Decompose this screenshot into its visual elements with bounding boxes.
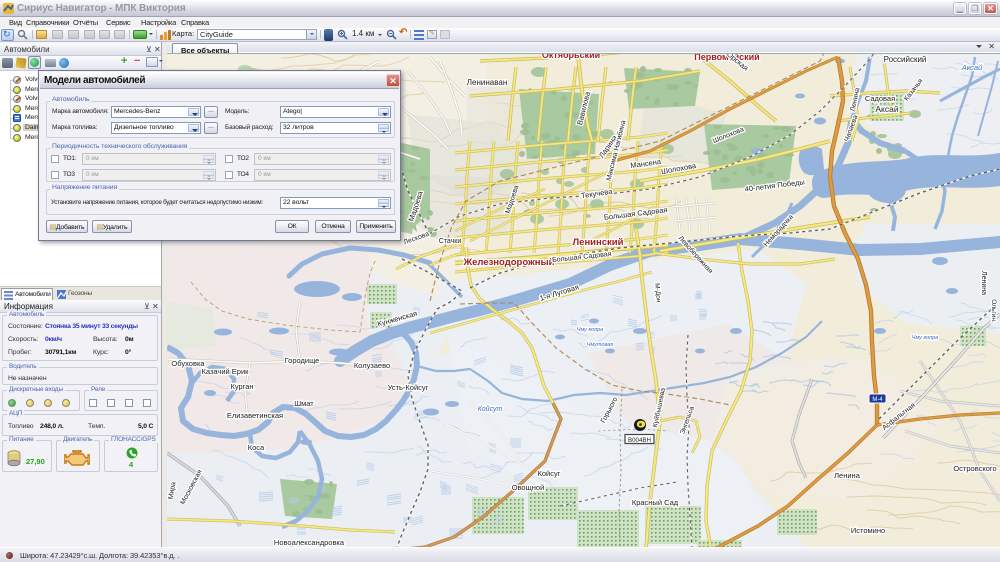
svg-text:Койсуг: Койсуг (538, 469, 561, 478)
svg-text:Аксай: Аксай (875, 104, 898, 114)
svg-text:Ленинский: Ленинский (573, 237, 624, 248)
svg-text:Чмутовая: Чмутовая (587, 342, 614, 348)
svg-text:Стачки: Стачки (439, 238, 462, 245)
svg-text:Железнодорожный: Железнодорожный (463, 257, 555, 268)
svg-text:М-4: М-4 (872, 397, 883, 403)
svg-text:Елизаветинская: Елизаветинская (227, 411, 283, 420)
svg-text:Ленина: Ленина (980, 271, 987, 295)
svg-text:Усть-Койсуг: Усть-Койсуг (388, 383, 429, 392)
svg-text:Ольгин.: Ольгин. (990, 299, 997, 323)
svg-text:Колузаево: Колузаево (354, 361, 390, 370)
svg-text:Красный Сад: Красный Сад (632, 498, 679, 507)
svg-text:Казачий Ерик: Казачий Ерик (202, 367, 250, 376)
svg-text:Курган: Курган (230, 382, 253, 391)
svg-text:Истомино: Истомино (851, 526, 885, 535)
svg-text:Российский: Российский (884, 55, 927, 64)
svg-text:Чму копра: Чму копра (577, 327, 604, 333)
svg-text:Коса: Коса (248, 443, 265, 452)
svg-text:Койсут: Койсут (478, 405, 503, 413)
svg-text:Садовая: Садовая (865, 94, 895, 103)
svg-text:Обуховка: Обуховка (171, 359, 205, 368)
svg-text:Городище: Городище (285, 356, 320, 365)
svg-text:Ленинаван: Ленинаван (467, 78, 507, 87)
svg-text:Овощной: Овощной (512, 483, 545, 492)
svg-text:Октябрьский: Октябрьский (542, 54, 600, 60)
svg-text:Чму копра: Чму копра (912, 335, 939, 341)
svg-text:Аксай: Аксай (961, 63, 983, 72)
svg-text:Шмат: Шмат (294, 399, 314, 408)
svg-text:Островского: Островского (953, 464, 996, 473)
svg-text:Ленина: Ленина (834, 471, 861, 480)
svg-text:Новоалександровка: Новоалександровка (274, 538, 345, 547)
svg-text:В004ВН: В004ВН (628, 437, 651, 444)
